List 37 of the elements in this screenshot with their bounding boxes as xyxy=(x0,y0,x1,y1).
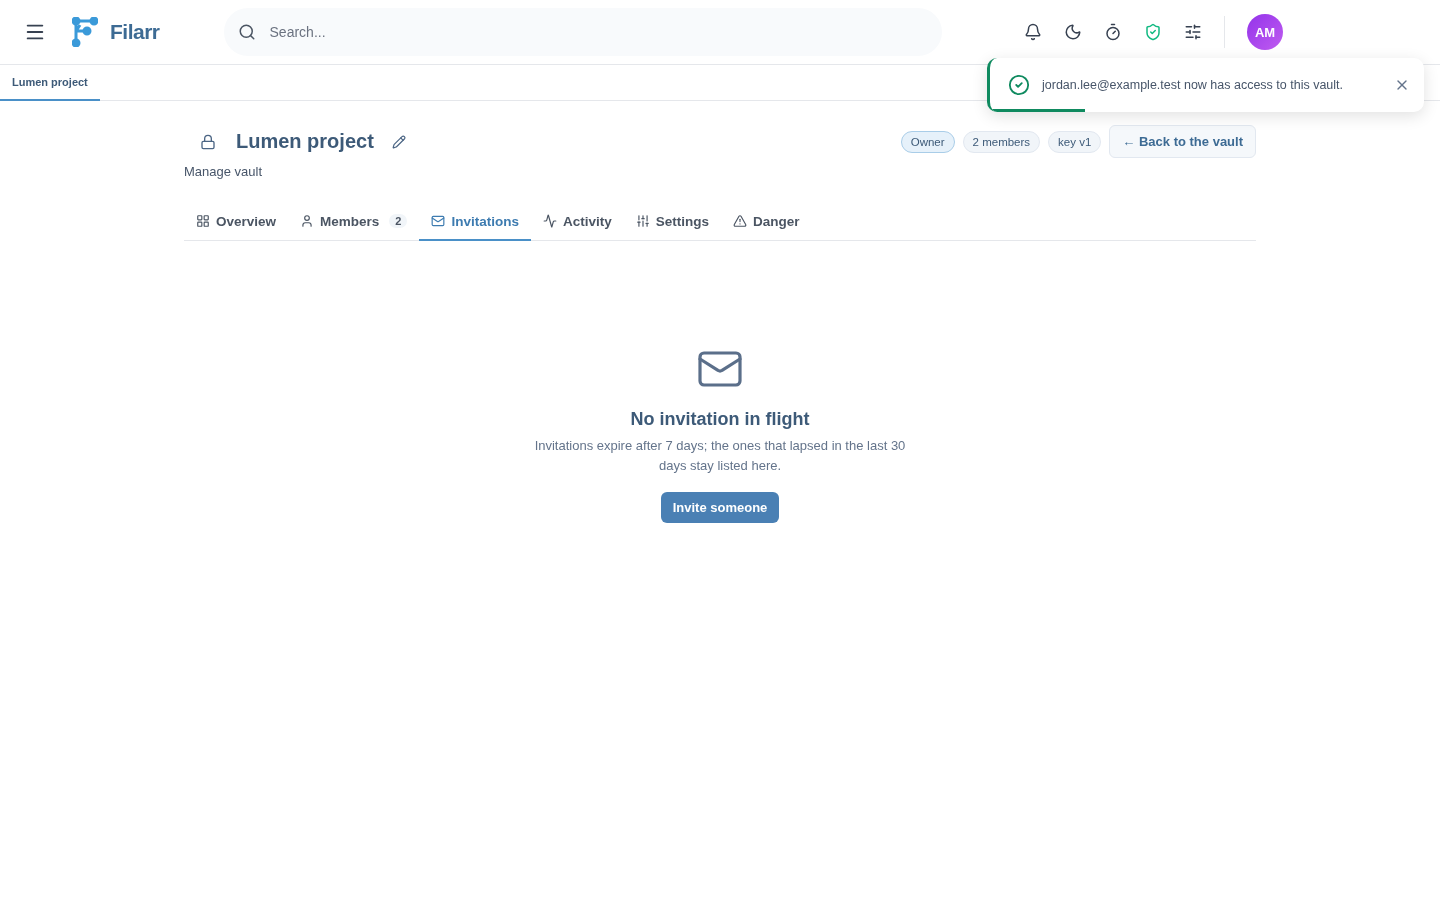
toast-message: jordan.lee@example.test now has access to this vault. xyxy=(1042,78,1345,92)
activity-icon xyxy=(542,214,557,228)
badge: key v1 xyxy=(1048,130,1102,153)
tab[interactable]: Members 2 xyxy=(288,203,420,241)
tab[interactable]: Danger xyxy=(721,203,812,241)
logo-icon xyxy=(72,17,98,47)
warning-icon xyxy=(733,214,747,228)
stopwatch-button[interactable] xyxy=(1104,23,1122,41)
invite-button[interactable]: Invite someone xyxy=(660,492,780,523)
vault-title: Lumen project xyxy=(236,130,374,153)
shield-check-button[interactable] xyxy=(1144,23,1162,41)
grid-icon xyxy=(196,214,210,228)
tab[interactable]: Invitations xyxy=(419,203,531,241)
brand-name: Filarr xyxy=(110,20,160,44)
tab[interactable]: Settings xyxy=(623,203,721,241)
vault-subtitle: Manage vault xyxy=(184,164,264,179)
count-badge: 2 xyxy=(389,214,408,228)
lock-icon xyxy=(200,133,216,150)
document-tab[interactable]: Lumen project xyxy=(0,65,100,101)
check-circle-icon xyxy=(1008,74,1030,96)
search-icon xyxy=(237,23,256,41)
badge: Owner xyxy=(900,130,955,153)
empty-description: Invitations expire after 7 days; the ones that lapsed in the last 30 days stay listed here. xyxy=(533,437,907,475)
bell-button[interactable] xyxy=(1024,23,1042,41)
envelope-icon xyxy=(431,214,446,228)
edit-button[interactable] xyxy=(391,134,406,149)
search-field[interactable]: Search... xyxy=(223,8,942,56)
tab[interactable]: Activity xyxy=(530,203,624,241)
back-button[interactable]: ← Back to the vault xyxy=(1109,125,1256,158)
tab[interactable]: Overview xyxy=(184,203,289,241)
sliders-button[interactable] xyxy=(1184,23,1202,41)
empty-title: No invitation in flight xyxy=(630,409,810,430)
moon-button[interactable] xyxy=(1064,23,1082,41)
badge: 2 members xyxy=(962,130,1041,153)
user-icon xyxy=(300,214,315,228)
sliders-icon xyxy=(635,214,650,228)
user-avatar[interactable]: AM xyxy=(1247,14,1283,50)
